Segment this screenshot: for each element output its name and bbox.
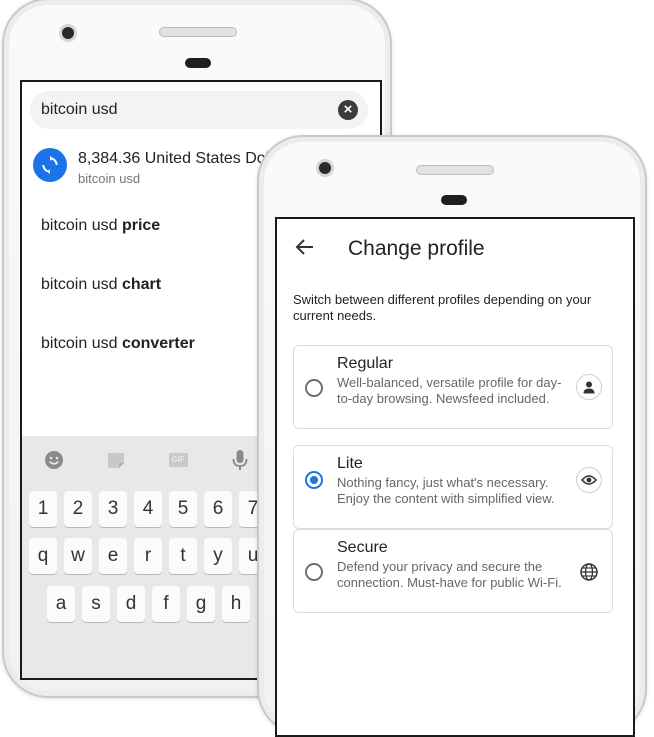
currency-value: 8,384.36 United States Dollar <box>78 150 288 167</box>
suggestion-highlight: price <box>121 217 161 234</box>
change-profile-screen: Change profile Switch between different … <box>275 217 635 737</box>
microphone-icon[interactable] <box>229 449 251 471</box>
key-e[interactable]: e <box>99 538 127 574</box>
profile-description: Well-balanced, versatile profile for day… <box>337 375 562 406</box>
proximity-sensor <box>441 195 467 205</box>
radio-secure[interactable] <box>305 563 323 581</box>
key-3[interactable]: 3 <box>99 491 127 527</box>
page-title: Change profile <box>348 237 485 260</box>
gif-icon[interactable]: GIF <box>167 449 189 471</box>
key-h[interactable]: h <box>222 586 250 622</box>
key-w[interactable]: w <box>64 538 92 574</box>
profile-description: Defend your privacy and secure the conne… <box>337 559 562 590</box>
key-a[interactable]: a <box>47 586 75 622</box>
key-f[interactable]: f <box>152 586 180 622</box>
key-6[interactable]: 6 <box>204 491 232 527</box>
key-2[interactable]: 2 <box>64 491 92 527</box>
currency-subtitle: bitcoin usd <box>78 171 141 186</box>
suggestion-item[interactable]: bitcoin usd converter <box>41 335 195 353</box>
key-s[interactable]: s <box>82 586 110 622</box>
suggestion-item[interactable]: bitcoin usd chart <box>41 276 161 294</box>
key-1[interactable]: 1 <box>29 491 57 527</box>
suggestion-highlight: converter <box>121 335 195 352</box>
front-camera <box>62 27 74 39</box>
radio-lite[interactable] <box>305 471 323 489</box>
eye-icon <box>576 467 602 493</box>
suggestion-prefix: bitcoin usd <box>41 217 122 234</box>
profile-name: Regular <box>337 355 394 372</box>
suggestion-prefix: bitcoin usd <box>41 335 122 352</box>
front-camera <box>319 162 331 174</box>
profile-card-regular[interactable]: Regular Well-balanced, versatile profile… <box>293 345 613 429</box>
profile-name: Secure <box>337 539 388 556</box>
key-r[interactable]: r <box>134 538 162 574</box>
proximity-sensor <box>185 58 211 68</box>
key-5[interactable]: 5 <box>169 491 197 527</box>
search-bar[interactable]: bitcoin usd × <box>30 91 368 129</box>
suggestion-item[interactable]: bitcoin usd price <box>41 217 160 235</box>
key-4[interactable]: 4 <box>134 491 162 527</box>
page-description: Switch between different profiles depend… <box>293 292 592 323</box>
profile-name: Lite <box>337 455 363 472</box>
radio-regular[interactable] <box>305 379 323 397</box>
person-icon <box>576 374 602 400</box>
emoji-icon[interactable] <box>43 449 65 471</box>
gif-label: GIF <box>168 453 188 467</box>
key-y[interactable]: y <box>204 538 232 574</box>
phone-frame-front: Change profile Switch between different … <box>257 135 647 737</box>
key-t[interactable]: t <box>169 538 197 574</box>
speaker-grille <box>159 27 237 37</box>
profile-card-secure[interactable]: Secure Defend your privacy and secure th… <box>293 529 613 613</box>
sticker-icon[interactable] <box>105 449 127 471</box>
clear-search-icon[interactable]: × <box>338 100 358 120</box>
search-input[interactable]: bitcoin usd <box>41 101 118 119</box>
back-arrow-icon[interactable] <box>293 235 317 259</box>
profile-description: Nothing fancy, just what's necessary. En… <box>337 475 555 506</box>
key-q[interactable]: q <box>29 538 57 574</box>
speaker-grille <box>416 165 494 175</box>
globe-icon <box>576 559 602 585</box>
suggestion-prefix: bitcoin usd <box>41 276 122 293</box>
key-g[interactable]: g <box>187 586 215 622</box>
currency-converter-icon <box>33 148 67 182</box>
suggestion-highlight: chart <box>121 276 162 293</box>
key-d[interactable]: d <box>117 586 145 622</box>
profile-card-lite[interactable]: Lite Nothing fancy, just what's necessar… <box>293 445 613 529</box>
